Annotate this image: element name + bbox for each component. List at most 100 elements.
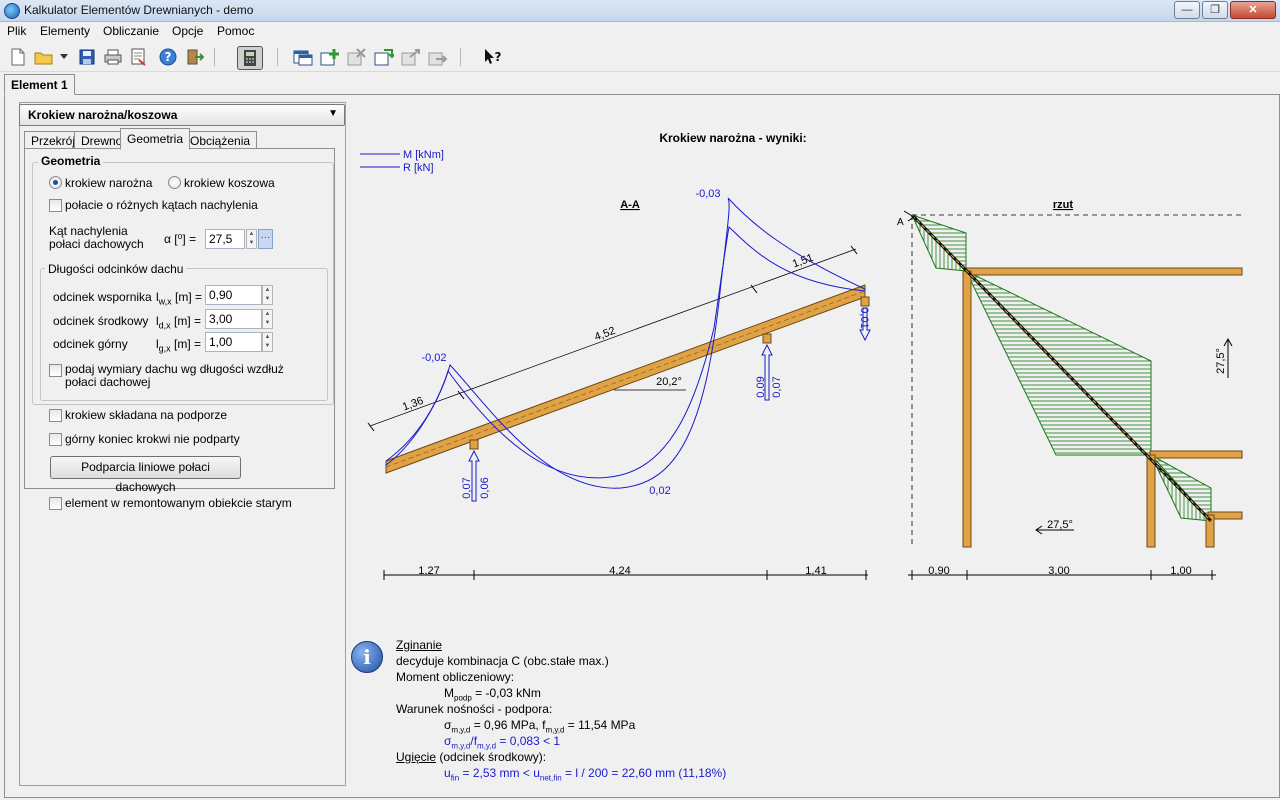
reaction-middle-b: 0,07: [771, 376, 783, 397]
checkbox-different-angles-label: połacie o różnych kątach nachylenia: [65, 198, 258, 212]
checkbox-old-building-label: element w remontowanym obiekcie starym: [65, 496, 292, 510]
slope-dim-tick: [367, 422, 375, 432]
plan-section-arrow: [903, 210, 915, 222]
diagram-title: Krokiew narożna - wyniki:: [659, 131, 806, 145]
upper-symbol: lg,x [m] =: [156, 337, 202, 354]
upper-input[interactable]: 1,00: [205, 332, 262, 352]
menu-plik[interactable]: Plik: [7, 24, 26, 38]
checkbox-old-building[interactable]: [49, 497, 62, 510]
tab-geometria[interactable]: Geometria: [120, 128, 191, 150]
reaction-middle-a: 0,09: [755, 376, 767, 397]
checkbox-dims-along-slope[interactable]: [49, 364, 62, 377]
checkbox-dims-along-slope-label: podaj wymiary dachu wg długości wzdłuż p…: [65, 362, 284, 389]
plan-beam-top: [963, 267, 1243, 276]
radio-krokiew-narozna-label: krokiew narożna: [65, 176, 153, 190]
checkbox-different-angles[interactable]: [49, 199, 62, 212]
maximize-button[interactable]: ❐: [1202, 1, 1228, 19]
middle-input[interactable]: 3,00: [205, 309, 262, 329]
plan-angle: 27,5°: [1047, 519, 1073, 531]
checkbox-spliced-label: krokiew składana na podporze: [65, 408, 228, 422]
elements-window-icon[interactable]: [292, 46, 314, 68]
element-type-select[interactable]: Krokiew narożna/koszowa ▼: [19, 104, 345, 126]
dim-right-3: 1,00: [1170, 565, 1191, 577]
slope-angle: 20,2°: [656, 376, 682, 388]
toolbar-separator: [214, 48, 215, 66]
radio-krokiew-koszowa[interactable]: [168, 176, 181, 189]
side-angle: 27,5°: [1215, 348, 1227, 374]
lengths-group-title: Długości odcinków dachu: [45, 262, 187, 276]
plan-label: rzut: [1053, 199, 1074, 211]
angle-input[interactable]: 27,5: [205, 229, 245, 249]
toolbar: ? ?: [0, 42, 1280, 72]
tab-element-1[interactable]: Element 1: [4, 74, 75, 95]
dim-left-3: 1,41: [805, 565, 826, 577]
exit-icon[interactable]: [184, 46, 206, 68]
dim-right-2: 3,00: [1048, 565, 1069, 577]
overhang-input[interactable]: 0,90: [205, 285, 262, 305]
support-middle: [762, 333, 772, 344]
menu-pomoc[interactable]: Pomoc: [217, 24, 254, 38]
radio-krokiew-narozna[interactable]: [49, 176, 62, 189]
menu-obliczanie[interactable]: Obliczanie: [103, 24, 159, 38]
overhang-label: odcinek wspornika: [53, 290, 152, 304]
upper-spinner[interactable]: ▲ ▼: [262, 332, 273, 352]
geometry-group-title: Geometria: [38, 154, 104, 168]
plan-post-left: [962, 270, 972, 548]
menu-opcje[interactable]: Opcje: [172, 24, 203, 38]
info-combination: decyduje kombinacja C (obc.stałe max.): [396, 654, 609, 668]
save-icon[interactable]: [76, 46, 98, 68]
reaction-left-a: 0,07: [461, 477, 473, 498]
angle-label: Kąt nachylenia połaci dachowych: [49, 224, 144, 251]
info-ratio: σm,y,d/fm,y,d = 0,083 < 1: [444, 734, 561, 751]
toolbar-separator: [460, 48, 461, 66]
plan-beam-middle: [1149, 450, 1243, 459]
help-icon[interactable]: ?: [157, 46, 179, 68]
legend-m: M [kNm]: [403, 149, 444, 161]
window-title: Kalkulator Elementów Drewnianych - demo: [24, 3, 254, 17]
close-button[interactable]: ✕: [1230, 1, 1276, 19]
middle-spinner[interactable]: ▲ ▼: [262, 309, 273, 329]
middle-symbol: ld,x [m] =: [156, 314, 202, 331]
checkbox-top-unsupported[interactable]: [49, 433, 62, 446]
dim-left-2: 4,24: [609, 565, 630, 577]
calculator-icon[interactable]: [237, 46, 263, 70]
open-folder-icon[interactable]: [33, 46, 55, 68]
menu-bar: Plik Elementy Obliczanie Opcje Pomoc: [0, 22, 1280, 42]
print-preview-icon[interactable]: [128, 46, 150, 68]
info-capacity-title: Warunek nośności - podpora:: [396, 702, 553, 716]
upper-label: odcinek górny: [53, 337, 128, 351]
export-element-icon[interactable]: [427, 46, 449, 68]
dim-left-1: 1,27: [418, 565, 439, 577]
new-file-icon[interactable]: [7, 46, 29, 68]
support-right: [860, 296, 870, 307]
results-diagram: Krokiew narożna - wyniki: M [kNm] R [kN]…: [360, 131, 1244, 580]
copy-element-icon[interactable]: [373, 46, 395, 68]
menu-elementy[interactable]: Elementy: [40, 24, 90, 38]
tab-obciazenia[interactable]: Obciążenia: [183, 131, 258, 149]
moment-right: -0,03: [695, 188, 720, 200]
angle-more-button[interactable]: ···: [258, 229, 273, 249]
overhang-symbol: lw,x [m] =: [156, 290, 203, 307]
info-icon: i: [351, 641, 383, 673]
overhang-spinner[interactable]: ▲ ▼: [262, 285, 273, 305]
minimize-button[interactable]: —: [1174, 1, 1200, 19]
radio-krokiew-koszowa-label: krokiew koszowa: [184, 176, 275, 190]
supports-button[interactable]: Podparcia liniowe połaci dachowych: [50, 456, 241, 494]
add-element-icon[interactable]: [319, 46, 341, 68]
angle-symbol: α [⁰] =: [164, 232, 197, 246]
delete-element-icon[interactable]: [346, 46, 368, 68]
print-icon[interactable]: [102, 46, 124, 68]
rafter-beam: [385, 284, 866, 474]
reaction-left-b: 0,06: [479, 477, 491, 498]
dim-right-slope: 1,51: [791, 252, 815, 271]
toolbar-separator: [277, 48, 278, 66]
info-moment-title: Moment obliczeniowy:: [396, 670, 515, 684]
angle-spinner[interactable]: ▲ ▼: [246, 229, 257, 249]
chevron-down-icon: ▼: [328, 108, 338, 119]
app-icon: [4, 3, 20, 19]
import-element-icon[interactable]: [400, 46, 422, 68]
checkbox-spliced[interactable]: [49, 409, 62, 422]
legend-r: R [kN]: [403, 162, 434, 174]
context-help-icon[interactable]: ?: [483, 46, 505, 68]
open-dropdown-icon[interactable]: [58, 46, 70, 68]
